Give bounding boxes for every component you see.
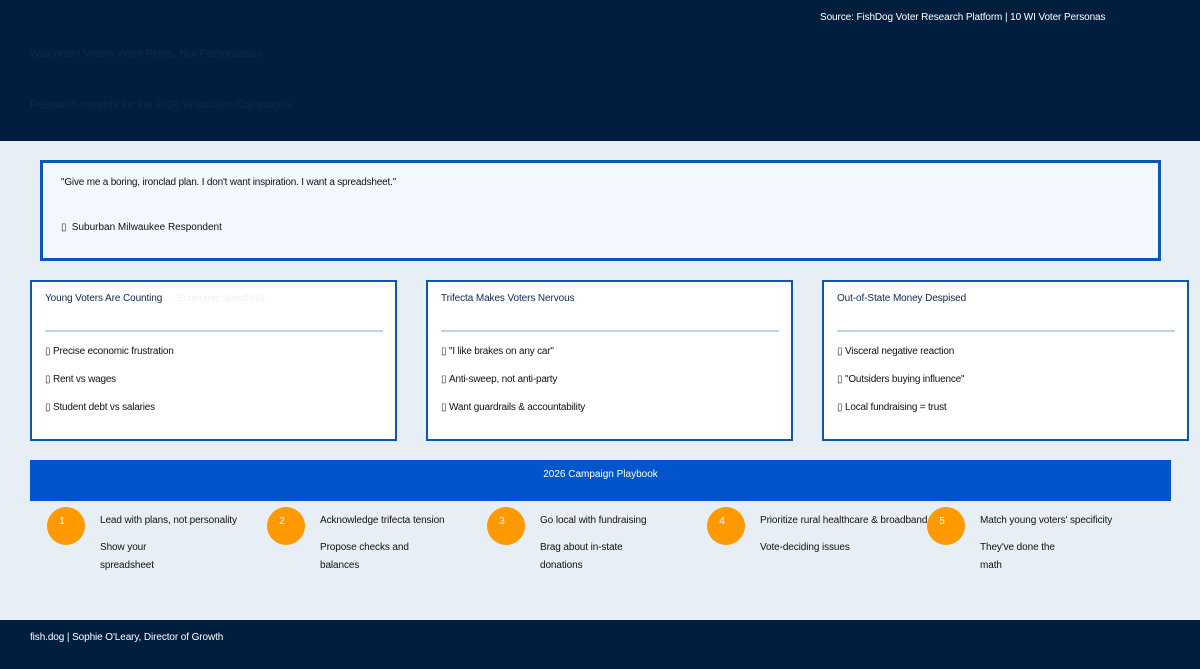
step-number-badge: 1 [47, 507, 85, 545]
footer-credit: fish.dog | Sophie O'Leary, Director of G… [30, 632, 224, 643]
card-item: ▯ Rent vs wages [45, 374, 116, 385]
footer: fish.dog | Sophie O'Leary, Director of G… [0, 620, 1200, 669]
card-item: ▯ Local fundraising = trust [837, 402, 947, 413]
bullet-icon: ▯ [45, 402, 51, 413]
card-item-text: Local fundraising = trust [845, 402, 947, 413]
page-subtitle: Research Insights for the 2026 Wisconsin… [30, 99, 292, 111]
step-title: Acknowledge trifecta tension [320, 515, 445, 526]
quote-box: "Give me a boring, ironclad plan. I don'… [40, 160, 1161, 261]
step-title: Lead with plans, not personality [100, 515, 237, 526]
card-title: Trifecta Makes Voters Nervous [441, 293, 575, 304]
step-title: Prioritize rural healthcare & broadband [760, 515, 928, 526]
card-item: ▯ Student debt vs salaries [45, 402, 155, 413]
card-item: ▯ "Outsiders buying influence" [837, 374, 965, 385]
quote-text: "Give me a boring, ironclad plan. I don'… [61, 177, 397, 188]
insight-card-out-of-state-money: Out-of-State Money Despised ▯ Visceral ne… [822, 280, 1189, 441]
card-item-text: Visceral negative reaction [845, 346, 955, 357]
bullet-icon: ▯ [837, 374, 843, 385]
bullet-icon: ▯ [441, 346, 447, 357]
bullet-icon: ▯ [441, 374, 447, 385]
insight-card-young-voters: Young Voters Are Counting Economic speci… [30, 280, 397, 441]
bullet-icon: ▯ [441, 402, 447, 413]
card-item-text: Precise economic frustration [53, 346, 174, 357]
bullet-icon: ▯ [837, 346, 843, 357]
card-subtitle: Economic specificity [176, 293, 265, 304]
card-item-text: "I like brakes on any car" [449, 346, 554, 357]
bullet-icon: ▯ [837, 402, 843, 413]
step-description: They've done the math [980, 542, 1055, 571]
card-title-text: Young Voters Are Counting [45, 293, 163, 304]
step-number-badge: 3 [487, 507, 525, 545]
step-description: Show your spreadsheet [100, 542, 154, 571]
source-text: Source: FishDog Voter Research Platform … [820, 12, 1106, 23]
card-item-text: "Outsiders buying influence" [845, 374, 965, 385]
step-number-badge: 2 [267, 507, 305, 545]
card-divider [837, 330, 1175, 332]
step-description: Propose checks and balances [320, 542, 409, 571]
bullet-icon: ▯ [45, 346, 51, 357]
card-title: Out-of-State Money Despised [837, 293, 967, 304]
card-divider [45, 330, 383, 332]
card-item: ▯ Precise economic frustration [45, 346, 174, 357]
step-title: Go local with fundraising [540, 515, 647, 526]
card-item: ▯ Visceral negative reaction [837, 346, 954, 357]
step-description: Vote-deciding issues [760, 542, 850, 553]
card-divider [441, 330, 779, 332]
step-description: Brag about in-state donations [540, 542, 623, 571]
playbook-banner: 2026 Campaign Playbook [30, 460, 1171, 501]
step-number-badge: 4 [707, 507, 745, 545]
playbook-title: 2026 Campaign Playbook [543, 469, 658, 480]
step-title: Match young voters' specificity [980, 515, 1113, 526]
card-item-text: Want guardrails & accountability [449, 402, 586, 413]
card-title: Young Voters Are Counting Economic speci… [45, 293, 265, 304]
insight-card-trifecta: Trifecta Makes Voters Nervous ▯ "I like b… [426, 280, 793, 441]
person-icon: ▯ [61, 222, 67, 233]
bullet-icon: ▯ [45, 374, 51, 385]
header: Source: FishDog Voter Research Platform … [0, 0, 1200, 141]
page-title: Wisconsin Voters Want Plans, Not Persona… [30, 48, 263, 60]
quote-attribution-label: Suburban Milwaukee Respondent [71, 222, 222, 233]
card-item: ▯ Want guardrails & accountability [441, 402, 585, 413]
card-item-text: Student debt vs salaries [53, 402, 155, 413]
quote-attribution: ▯ Suburban Milwaukee Respondent [61, 222, 222, 233]
step-number-badge: 5 [927, 507, 965, 545]
card-item-text: Anti-sweep, not anti-party [449, 374, 558, 385]
card-item: ▯ Anti-sweep, not anti-party [441, 374, 557, 385]
card-item: ▯ "I like brakes on any car" [441, 346, 554, 357]
card-item-text: Rent vs wages [53, 374, 116, 385]
